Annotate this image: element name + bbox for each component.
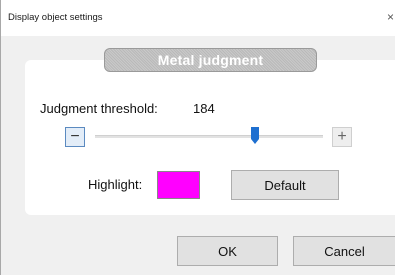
slider-thumb[interactable] — [250, 127, 259, 144]
threshold-label: Judgment threshold: — [40, 101, 158, 116]
decrease-button[interactable]: − — [65, 127, 85, 147]
group-header: Metal judgment — [104, 48, 317, 72]
cancel-button-label: Cancel — [324, 243, 365, 259]
highlight-color-swatch[interactable] — [157, 171, 200, 199]
default-button-label: Default — [264, 177, 306, 193]
ok-button[interactable]: OK — [177, 236, 278, 266]
settings-dialog: Display object settings × Metal judgment… — [0, 0, 395, 275]
default-button[interactable]: Default — [231, 170, 339, 200]
close-icon[interactable]: × — [387, 10, 394, 24]
group-title: Metal judgment — [157, 52, 264, 68]
minus-icon: − — [70, 128, 80, 145]
window-title: Display object settings — [8, 12, 103, 23]
ok-button-label: OK — [218, 243, 237, 259]
highlight-label: Highlight: — [88, 177, 143, 192]
plus-icon: + — [337, 128, 347, 145]
increase-button[interactable]: + — [332, 127, 352, 147]
threshold-slider[interactable] — [95, 135, 323, 138]
threshold-value: 184 — [193, 101, 215, 116]
title-bar: Display object settings × — [1, 0, 395, 36]
cancel-button[interactable]: Cancel — [293, 236, 395, 266]
